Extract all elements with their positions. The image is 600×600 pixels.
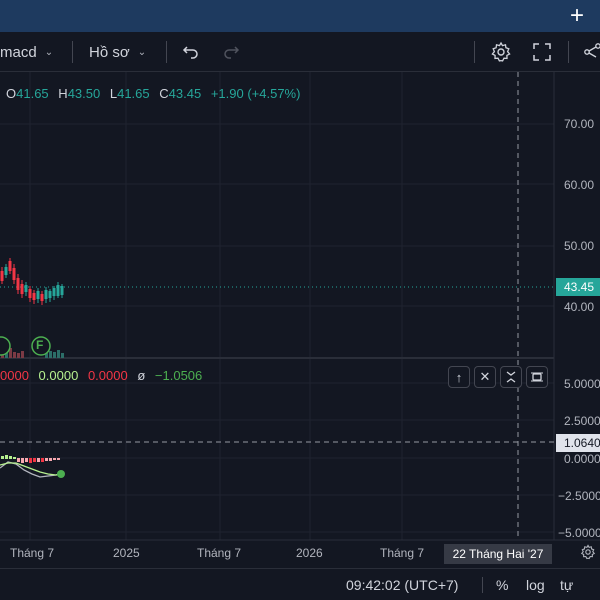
time-axis-label: 2026 <box>296 546 323 560</box>
low-value: 41.65 <box>117 86 150 101</box>
chart-grid <box>0 72 554 540</box>
toolbar-divider <box>72 41 73 63</box>
macd-axis-label: −5.0000 <box>558 526 600 540</box>
close-value: 43.45 <box>168 86 202 101</box>
settings-button[interactable] <box>490 32 512 72</box>
macd-axis-label: 2.5000 <box>564 414 600 428</box>
candlesticks <box>0 258 64 305</box>
crosshair-date-tag: 22 Tháng Hai '27 <box>444 544 552 564</box>
change-value: +1.90 (+4.57%) <box>210 86 301 101</box>
log-scale-button[interactable]: log <box>526 569 545 600</box>
event-marker-label: F <box>36 338 44 352</box>
toolbar-divider <box>474 41 475 63</box>
time-axis-label: Tháng 7 <box>197 546 242 560</box>
time-axis-label: Tháng 7 <box>10 546 55 560</box>
fullscreen-button[interactable] <box>532 32 552 72</box>
macd-symbol: ø <box>137 368 146 383</box>
clock-timezone-button[interactable]: 09:42:02 (UTC+7) <box>346 569 458 600</box>
macd-last-point <box>57 470 65 478</box>
toolbar-divider <box>166 41 167 63</box>
gear-icon <box>491 41 511 62</box>
undo-icon <box>182 46 198 59</box>
chevron-down-icon: ⌄ <box>44 46 54 58</box>
time-axis-label: Tháng 7 <box>380 546 425 560</box>
maximize-pane-button[interactable] <box>526 366 548 388</box>
chart-area[interactable] <box>0 72 600 568</box>
collapse-pane-button[interactable] <box>500 366 522 388</box>
low-label: L <box>109 86 118 101</box>
undo-button[interactable] <box>182 32 200 72</box>
macd-signal-value: 0.0000 <box>87 368 128 383</box>
redo-icon <box>224 46 240 59</box>
price-axis-label: 70.00 <box>564 117 595 131</box>
close-label: C <box>159 86 169 101</box>
price-axis-label: 40.00 <box>564 300 595 314</box>
open-value: 41.65 <box>16 86 49 101</box>
macd-axis-label: −2.5000 <box>558 489 600 503</box>
pane-controls: ↑ ✕ <box>448 366 548 388</box>
fullscreen-icon <box>533 43 551 61</box>
redo-button[interactable] <box>222 32 240 72</box>
time-axis-label: 2025 <box>113 546 140 560</box>
macd-last-value: −1.0506 <box>154 368 203 383</box>
status-divider <box>482 577 483 593</box>
macd-histogram-value: 0000 <box>0 368 29 383</box>
percent-scale-button[interactable]: % <box>496 569 508 600</box>
chart-toolbar: macd ⌄ Hồ sơ ⌄ <box>0 32 600 72</box>
move-pane-up-button[interactable]: ↑ <box>448 366 470 388</box>
maximize-icon <box>531 372 543 382</box>
ohlc-legend: O41.65 H43.50 L41.65 C43.45 +1.90 (+4.57… <box>6 86 300 101</box>
indicator-label: macd <box>0 43 37 61</box>
gear-icon <box>580 544 596 560</box>
chevron-down-icon: ⌄ <box>137 46 147 58</box>
window-top-bar: + <box>0 0 600 32</box>
share-button[interactable] <box>584 32 600 72</box>
indicator-dropdown[interactable]: macd ⌄ <box>0 32 53 72</box>
close-icon: ✕ <box>479 369 491 384</box>
auto-scale-button[interactable]: tự độn <box>560 569 600 600</box>
time-axis-settings-button[interactable] <box>580 544 596 565</box>
profile-dropdown[interactable]: Hồ sơ ⌄ <box>89 32 146 72</box>
current-price-tag: 43.45 <box>556 278 600 296</box>
high-value: 43.50 <box>67 86 101 101</box>
macd-axis-label: 0.0000 <box>564 452 600 466</box>
high-label: H <box>58 86 68 101</box>
toolbar-divider <box>568 41 569 63</box>
close-pane-button[interactable]: ✕ <box>474 366 496 388</box>
profile-label: Hồ sơ <box>89 43 130 61</box>
collapse-icon <box>506 371 516 383</box>
crosshair-value-tag: 1.0640 <box>556 434 600 452</box>
status-bar: 09:42:02 (UTC+7) % log tự độn <box>0 568 600 600</box>
chart-canvas <box>0 72 600 541</box>
macd-axis-label: 5.0000 <box>564 377 600 391</box>
macd-legend: 0000 0.0000 0.0000 ø −1.0506 <box>0 368 202 383</box>
price-axis-label: 60.00 <box>564 178 595 192</box>
macd-value: 0.0000 <box>38 368 79 383</box>
price-axis-label: 50.00 <box>564 239 595 253</box>
share-icon <box>584 43 600 58</box>
new-tab-plus-icon[interactable]: + <box>570 2 584 30</box>
open-label: O <box>6 86 17 101</box>
arrow-up-icon: ↑ <box>455 369 463 385</box>
